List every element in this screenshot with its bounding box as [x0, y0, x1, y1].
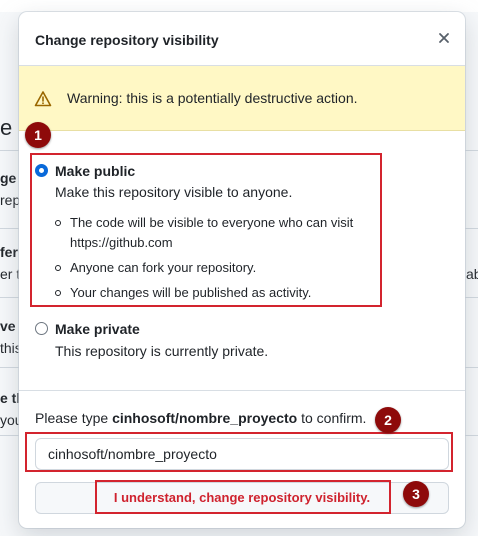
background-text: ab — [466, 266, 478, 282]
bullet-icon — [55, 220, 61, 226]
public-bullet: Anyone can fork your repository. — [70, 260, 257, 275]
bullet-icon — [55, 290, 61, 296]
confirm-repo-input[interactable]: cinhosoft/nombre_proyecto — [35, 438, 449, 470]
background-text: fer — [0, 244, 18, 260]
confirm-visibility-button-label: I understand, change repository visibili… — [113, 490, 371, 505]
make-public-description: Make this repository visible to anyone. — [55, 184, 293, 200]
confirm-repo-name: cinhosoft/nombre_proyecto — [112, 410, 298, 426]
make-private-description: This repository is currently private. — [55, 343, 269, 359]
close-icon[interactable] — [435, 29, 453, 47]
alert-triangle-icon — [34, 91, 52, 107]
confirm-instructions: Please type cinhosoft/nombre_proyecto to… — [35, 410, 366, 426]
make-public-label[interactable]: Make public — [55, 163, 135, 179]
background-page-top — [0, 0, 478, 12]
confirm-label-prefix: Please type — [35, 410, 113, 426]
warning-text: Warning: this is a potentially destructi… — [67, 90, 358, 106]
confirm-label-suffix: to confirm. — [297, 410, 367, 426]
confirm-visibility-button[interactable]: I understand, change repository visibili… — [35, 482, 449, 514]
dialog-header: Change repository visibility — [19, 12, 465, 66]
change-visibility-dialog: Change repository visibility Warning: th… — [19, 12, 465, 528]
warning-banner: Warning: this is a potentially destructi… — [19, 66, 465, 131]
bullet-icon — [55, 265, 61, 271]
dialog-title: Change repository visibility — [35, 32, 219, 48]
make-private-radio[interactable] — [35, 322, 48, 335]
make-public-radio[interactable] — [35, 164, 48, 177]
background-text: e — [0, 115, 13, 140]
public-bullet: Your changes will be published as activi… — [70, 285, 312, 300]
public-bullet: The code will be visible to everyone who… — [70, 215, 354, 250]
step-badge-3: 3 — [403, 481, 429, 507]
step-badge-2: 2 — [375, 407, 401, 433]
make-private-label[interactable]: Make private — [55, 321, 140, 337]
dialog-divider — [19, 390, 465, 391]
background-text: er t — [0, 266, 21, 282]
step-badge-1: 1 — [25, 122, 51, 148]
